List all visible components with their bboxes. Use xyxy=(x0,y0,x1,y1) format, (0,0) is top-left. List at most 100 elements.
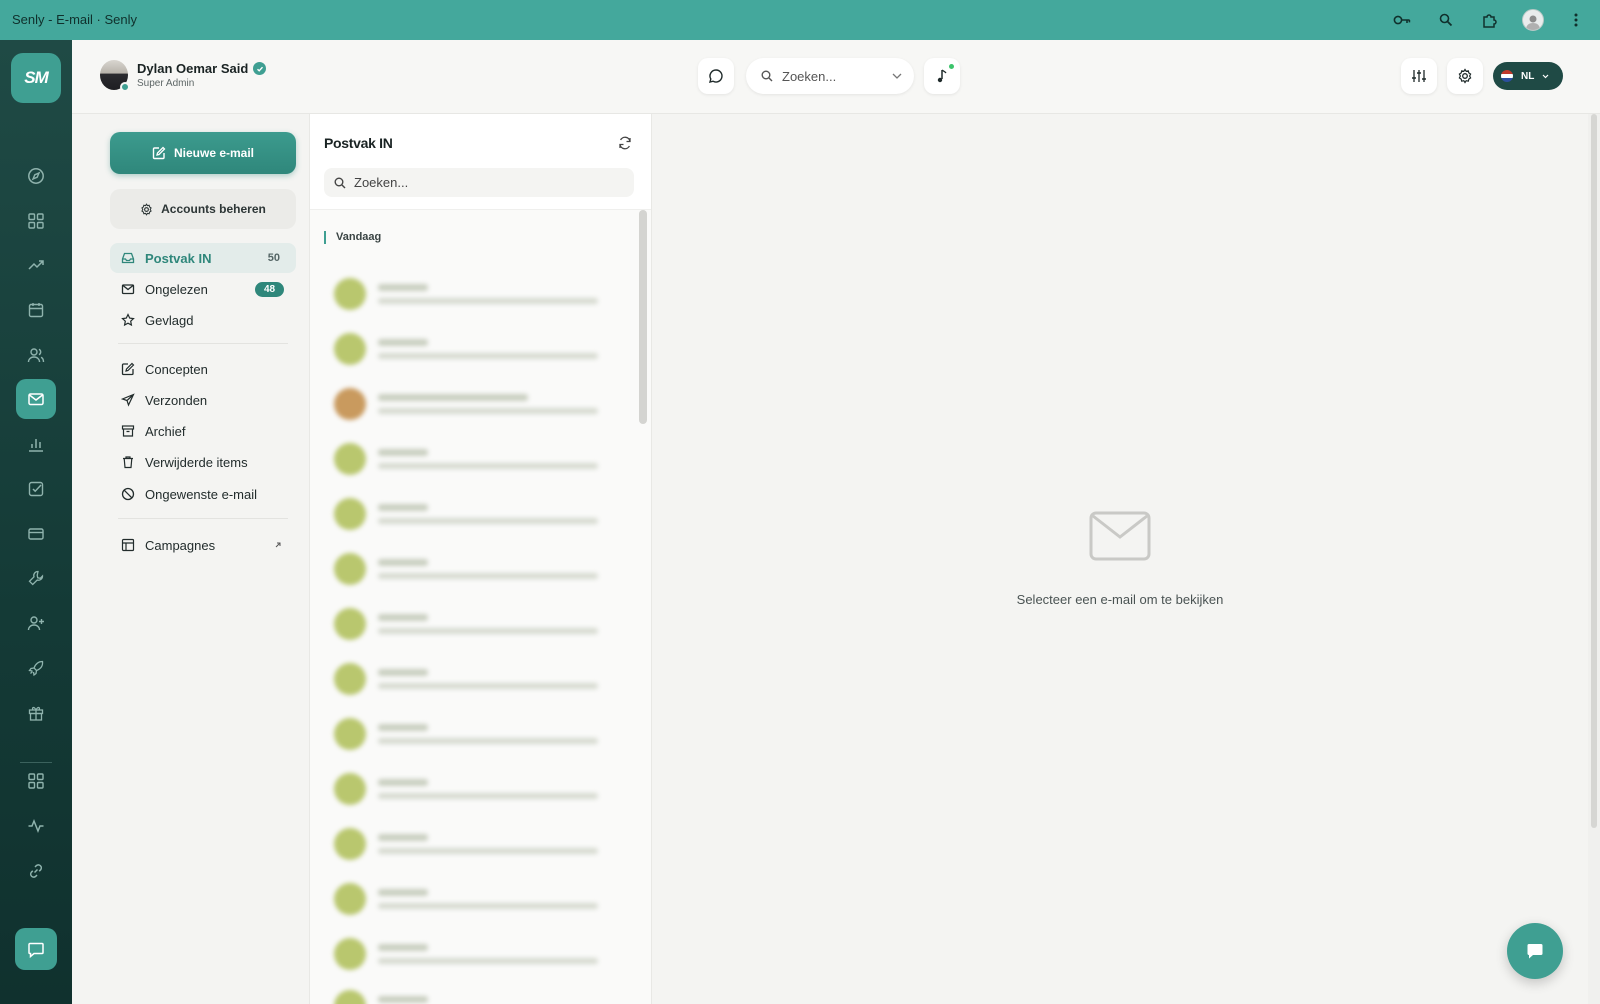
folder-campaigns[interactable]: Campagnes xyxy=(110,530,296,560)
mail-icon[interactable] xyxy=(16,379,56,419)
folder-sent[interactable]: Verzonden xyxy=(110,385,296,415)
message-list-header: Postvak IN Zoeken... xyxy=(310,114,651,210)
avatar xyxy=(334,333,366,365)
avatar xyxy=(334,498,366,530)
rocket-icon[interactable] xyxy=(16,648,56,688)
folder-label: Archief xyxy=(145,423,186,439)
compass-icon[interactable] xyxy=(16,156,56,196)
message-list: Postvak IN Zoeken... Vandaag xyxy=(310,114,652,1004)
online-indicator xyxy=(120,82,130,92)
dashboard-grid-icon[interactable] xyxy=(16,201,56,241)
folder-inbox[interactable]: Postvak IN 50 xyxy=(110,243,296,273)
chevron-down-icon xyxy=(1542,74,1549,78)
folder-drafts[interactable]: Concepten xyxy=(110,354,296,384)
music-note-icon xyxy=(937,69,947,83)
blocked-icon xyxy=(121,487,135,501)
list-item[interactable] xyxy=(334,437,624,481)
add-user-icon[interactable] xyxy=(16,603,56,643)
list-item[interactable] xyxy=(334,657,624,701)
list-item[interactable] xyxy=(334,877,624,921)
language-code: NL xyxy=(1521,70,1535,82)
language-selector[interactable]: NL xyxy=(1493,62,1563,90)
star-icon xyxy=(121,313,135,327)
scroll-thumb[interactable] xyxy=(1591,114,1597,828)
list-item[interactable] xyxy=(334,382,624,426)
new-email-label: Nieuwe e-mail xyxy=(173,146,255,160)
folder-junk[interactable]: Ongewenste e-mail xyxy=(110,479,296,509)
page-scrollbar[interactable] xyxy=(1588,114,1600,1004)
folder-label: Campagnes xyxy=(145,537,216,553)
message-bubble-icon xyxy=(709,69,723,83)
list-item[interactable] xyxy=(334,327,624,371)
user-role: Super Admin xyxy=(137,78,195,89)
filters-button[interactable] xyxy=(1401,58,1437,94)
verified-icon xyxy=(253,62,267,75)
chat-icon[interactable] xyxy=(15,928,57,970)
profile-avatar[interactable] xyxy=(1522,9,1544,31)
zoom-icon[interactable] xyxy=(1434,8,1458,32)
folder-label: Ongewenste e-mail xyxy=(145,486,257,502)
extensions-icon[interactable] xyxy=(1478,8,1502,32)
list-item[interactable] xyxy=(334,712,624,756)
folder-unread[interactable]: Ongelezen 48 xyxy=(110,274,296,304)
user-profile[interactable]: Dylan Oemar Said Super Admin xyxy=(100,60,267,92)
list-item[interactable] xyxy=(334,602,624,646)
scroll-thumb[interactable] xyxy=(639,210,647,424)
tasks-icon[interactable] xyxy=(16,469,56,509)
list-item[interactable] xyxy=(334,547,624,591)
settings-button[interactable] xyxy=(1447,58,1483,94)
activity-icon[interactable] xyxy=(16,806,56,846)
refresh-icon[interactable] xyxy=(618,136,632,155)
browser-menu-icon[interactable] xyxy=(1564,8,1588,32)
avatar xyxy=(334,663,366,695)
list-item[interactable] xyxy=(334,492,624,536)
folder-archive[interactable]: Archief xyxy=(110,416,296,446)
browser-title-bar: Senly - E-mail · Senly xyxy=(0,0,1600,40)
users-icon[interactable] xyxy=(16,335,56,375)
folder-label: Ongelezen xyxy=(145,281,208,297)
edit-icon xyxy=(121,362,135,376)
inbox-icon xyxy=(121,252,135,264)
music-status-dot xyxy=(949,64,954,69)
manage-accounts-button[interactable]: Accounts beheren xyxy=(110,189,296,229)
message-list-title: Postvak IN xyxy=(324,135,393,151)
apps-grid-icon[interactable] xyxy=(16,761,56,801)
support-chat-button[interactable] xyxy=(1507,923,1563,979)
folder-label: Verzonden xyxy=(145,392,208,408)
gift-icon[interactable] xyxy=(16,693,56,733)
list-item[interactable] xyxy=(334,932,624,976)
avatar[interactable] xyxy=(100,60,130,92)
avatar xyxy=(334,938,366,970)
music-button[interactable] xyxy=(924,58,960,94)
messages-button[interactable] xyxy=(698,58,734,94)
list-item[interactable] xyxy=(334,767,624,811)
avatar xyxy=(334,773,366,805)
sliders-icon xyxy=(1412,70,1426,82)
manage-accounts-label: Accounts beheren xyxy=(161,202,266,216)
link-icon[interactable] xyxy=(16,851,56,891)
avatar xyxy=(334,990,366,1004)
new-email-button[interactable]: Nieuwe e-mail xyxy=(110,132,296,174)
message-search-input[interactable]: Zoeken... xyxy=(324,168,634,197)
trending-icon[interactable] xyxy=(16,245,56,285)
list-item[interactable] xyxy=(334,272,624,316)
avatar xyxy=(334,828,366,860)
global-search[interactable]: Zoeken... xyxy=(746,58,914,94)
app-logo[interactable]: SM xyxy=(11,53,61,103)
archive-icon xyxy=(121,425,135,437)
key-icon[interactable] xyxy=(1390,8,1414,32)
calendar-icon[interactable] xyxy=(16,290,56,330)
trash-icon xyxy=(123,456,133,469)
folder-flagged[interactable]: Gevlagd xyxy=(110,305,296,335)
wrench-icon[interactable] xyxy=(16,558,56,598)
user-name: Dylan Oemar Said xyxy=(137,61,249,76)
avatar xyxy=(334,608,366,640)
empty-state-text: Selecteer een e-mail om te bekijken xyxy=(1016,592,1224,607)
bar-chart-icon[interactable] xyxy=(16,424,56,464)
message-list-scrollbar[interactable] xyxy=(639,210,647,1004)
list-item[interactable] xyxy=(334,822,624,866)
list-item[interactable] xyxy=(334,984,624,1004)
credit-card-icon[interactable] xyxy=(16,514,56,554)
gear-icon xyxy=(141,202,152,216)
folder-deleted[interactable]: Verwijderde items xyxy=(110,447,296,477)
